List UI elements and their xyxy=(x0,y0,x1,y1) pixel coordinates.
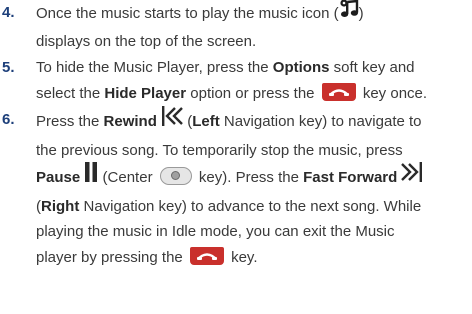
pause-icon xyxy=(84,161,98,192)
step-4: 4. Once the music starts to play the mus… xyxy=(0,0,472,54)
step-number: 5. xyxy=(2,59,15,76)
end-key-icon xyxy=(189,246,224,265)
fast-forward-icon xyxy=(401,161,423,192)
music-note-icon xyxy=(339,0,359,27)
manual-page: 4. Once the music starts to play the mus… xyxy=(0,0,472,268)
step-number: 4. xyxy=(2,4,15,21)
step-number: 6. xyxy=(2,111,15,128)
step-6: 6. Press the Rewind (Left Navigation key… xyxy=(0,105,472,270)
center-key-icon xyxy=(159,167,192,186)
end-key-icon xyxy=(321,82,356,101)
step-text: Once the music starts to play the music … xyxy=(36,0,472,54)
step-5: 5. To hide the Music Player, press the O… xyxy=(0,55,472,106)
rewind-icon xyxy=(161,105,183,136)
step-text: To hide the Music Player, press the Opti… xyxy=(36,59,428,102)
step-text: Press the Rewind (Left Navigation key) t… xyxy=(36,105,472,270)
